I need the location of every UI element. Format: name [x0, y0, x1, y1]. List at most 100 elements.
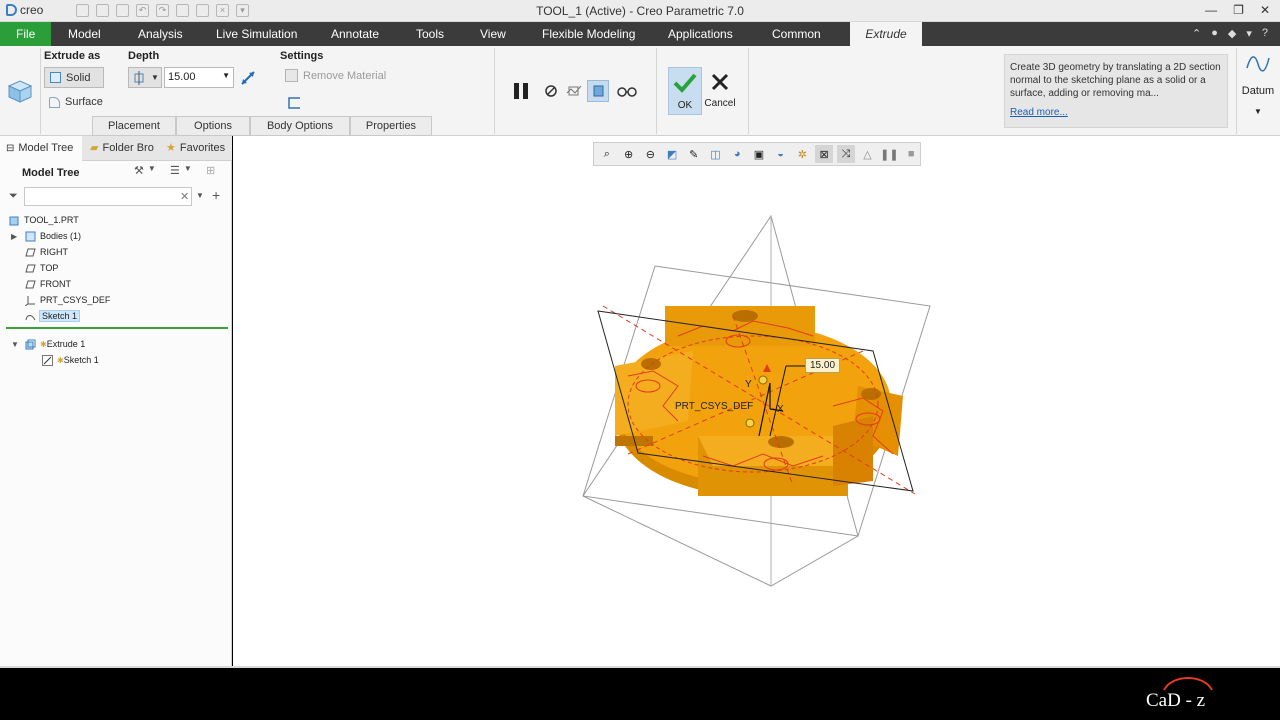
chevron-down-icon[interactable]: ▼ — [222, 71, 230, 80]
show-list-icon[interactable]: ☰ — [170, 164, 180, 177]
datum-sketch-icon — [1246, 56, 1270, 72]
tree-node-extrude-1[interactable]: ▼ ✱ Extrude 1 — [11, 337, 85, 351]
collapse-arrow-icon[interactable]: ▼ — [11, 340, 21, 349]
chevron-down-icon[interactable]: ▼ — [148, 164, 156, 177]
side-drag-handle[interactable] — [745, 418, 755, 428]
tree-columns-icon[interactable]: ⊞ — [206, 164, 215, 177]
extrude-feature-icon — [6, 76, 34, 104]
flip-direction-icon[interactable] — [237, 67, 259, 89]
depth-dimension-label[interactable]: 15.00 — [805, 358, 841, 373]
tab-properties[interactable]: Properties — [350, 116, 432, 136]
chevron-down-icon: ▼ — [151, 73, 159, 82]
no-preview-icon[interactable] — [540, 80, 562, 102]
tree-node-label: PRT_CSYS_DEF — [40, 295, 111, 305]
close-button[interactable]: ✕ — [1260, 3, 1270, 17]
tree-node-prt-csys-def[interactable]: PRT_CSYS_DEF — [25, 293, 110, 307]
tab-common[interactable]: Common — [760, 22, 833, 46]
tab-annotate[interactable]: Annotate — [319, 22, 391, 46]
solid-button[interactable]: Solid — [44, 67, 104, 88]
blind-depth-icon — [134, 70, 144, 85]
pause-icon[interactable] — [510, 80, 532, 102]
graphics-window[interactable]: ⌕ ⊕ ⊖ ◩ ✎ ◫ ◕ ▣ ◒ ✲ ⊠ ⤨ △ ❚❚ ■ 15.00 PRT… — [233, 136, 1280, 666]
navigator-tabs: ⊟ Model Tree ▰ Folder Bro ★ Favorites — [0, 136, 232, 161]
cancel-label: Cancel — [704, 98, 736, 109]
ok-label: OK — [677, 100, 693, 111]
read-more-link[interactable]: Read more... — [1010, 106, 1222, 119]
tab-live-simulation[interactable]: Live Simulation — [204, 22, 309, 46]
title-bar: creo ↶ ↷ × ▾ TOOL_1 (Active) - Creo Para… — [0, 0, 1280, 22]
tab-flexible-modeling[interactable]: Flexible Modeling — [530, 22, 647, 46]
maximize-button[interactable]: ❐ — [1233, 3, 1244, 17]
tab-favorites[interactable]: ★ Favorites — [160, 136, 232, 161]
help-center-icon[interactable]: ● — [1211, 27, 1218, 40]
tree-node-top[interactable]: TOP — [25, 261, 58, 275]
x-axis-label: X — [777, 404, 784, 415]
tab-model[interactable]: Model — [56, 22, 113, 46]
tab-model-tree[interactable]: ⊟ Model Tree — [0, 136, 82, 161]
datum-plane-icon — [25, 264, 36, 272]
tab-view[interactable]: View — [468, 22, 518, 46]
ok-button[interactable]: OK — [668, 67, 702, 115]
tree-node-sketch-1[interactable]: Sketch 1 — [25, 309, 81, 323]
surface-button[interactable]: Surface — [49, 96, 103, 108]
bodies-icon — [25, 231, 36, 241]
tree-node-tool-1-prt[interactable]: TOOL_1.PRT — [9, 213, 79, 227]
search-commands-icon[interactable]: ◆ — [1228, 27, 1236, 40]
cancel-button[interactable]: Cancel — [704, 72, 736, 109]
datum-label: Datum — [1241, 85, 1275, 97]
preview-feature-icon[interactable] — [587, 80, 609, 102]
tab-extrude[interactable]: Extrude — [850, 22, 922, 46]
ribbon-options-icon[interactable]: ▾ — [1246, 27, 1252, 40]
tree-tools-icon[interactable]: ⚒ — [134, 164, 144, 177]
folder-icon: ▰ — [90, 142, 99, 154]
depth-type-dropdown[interactable]: ▼ — [128, 67, 162, 88]
tree-columns-group: ⊞ — [206, 164, 215, 177]
tree-node-label: RIGHT — [40, 247, 68, 257]
tree-node-right[interactable]: RIGHT — [25, 245, 68, 259]
tab-folder-browser[interactable]: ▰ Folder Bro — [84, 136, 158, 161]
tab-analysis[interactable]: Analysis — [126, 22, 195, 46]
expand-arrow-icon[interactable]: ▶ — [11, 232, 21, 241]
tab-placement[interactable]: Placement — [92, 116, 176, 136]
clear-filter-icon[interactable]: ✕ — [180, 190, 189, 203]
add-filter-icon[interactable]: + — [212, 187, 220, 203]
thicken-sketch-icon[interactable] — [283, 92, 305, 114]
filter-icon[interactable]: ⏷ — [9, 190, 18, 203]
verify-mode-icon[interactable] — [616, 80, 638, 102]
help-icon[interactable]: ? — [1262, 27, 1268, 40]
tree-filter-input[interactable] — [24, 187, 192, 206]
tree-node-front[interactable]: FRONT — [25, 277, 71, 291]
tree-show-group: ☰ ▼ — [170, 164, 192, 177]
tab-tools[interactable]: Tools — [404, 22, 456, 46]
tree-node-label: Sketch 1 — [63, 355, 99, 365]
solid-icon — [50, 72, 61, 83]
remove-material-icon — [285, 69, 298, 82]
preview-geometry-icon[interactable] — [563, 80, 585, 102]
tab-file[interactable]: File — [0, 22, 52, 46]
chevron-down-icon[interactable]: ▼ — [196, 191, 204, 200]
insert-indicator[interactable] — [6, 327, 228, 329]
chevron-down-icon[interactable]: ▼ — [184, 164, 192, 177]
tab-options[interactable]: Options — [176, 116, 250, 136]
remove-material-label: Remove Material — [303, 69, 387, 82]
tab-applications[interactable]: Applications — [656, 22, 745, 46]
extrude-icon — [25, 339, 36, 349]
extrude-as-label: Extrude as — [44, 50, 101, 62]
tree-node-extrude-sketch-1[interactable]: ✱ Sketch 1 — [42, 353, 99, 367]
chevron-down-icon[interactable]: ▼ — [1240, 107, 1276, 116]
extrude-dashboard: Extrude as Solid Surface Depth ▼ 15.00 ▼… — [0, 46, 1280, 136]
bottom-bar: CaD - z — [0, 666, 1280, 720]
minimize-button[interactable]: — — [1205, 3, 1217, 17]
surface-label: Surface — [65, 96, 103, 108]
remove-material-button[interactable]: Remove Material — [285, 69, 386, 82]
model-viewport[interactable] — [233, 136, 1280, 666]
tree-node-label: FRONT — [40, 279, 71, 289]
depth-drag-handle[interactable] — [758, 375, 768, 385]
depth-value-input[interactable]: 15.00 ▼ — [164, 67, 234, 88]
tree-node-bodies[interactable]: ▶ Bodies (1) — [11, 229, 81, 243]
datum-group-button[interactable]: Datum ▼ — [1240, 52, 1276, 116]
solid-label: Solid — [66, 71, 91, 84]
tree-node-label: Extrude 1 — [46, 339, 86, 349]
collapse-ribbon-icon[interactable]: ⌃ — [1192, 27, 1201, 40]
tab-body-options[interactable]: Body Options — [250, 116, 350, 136]
